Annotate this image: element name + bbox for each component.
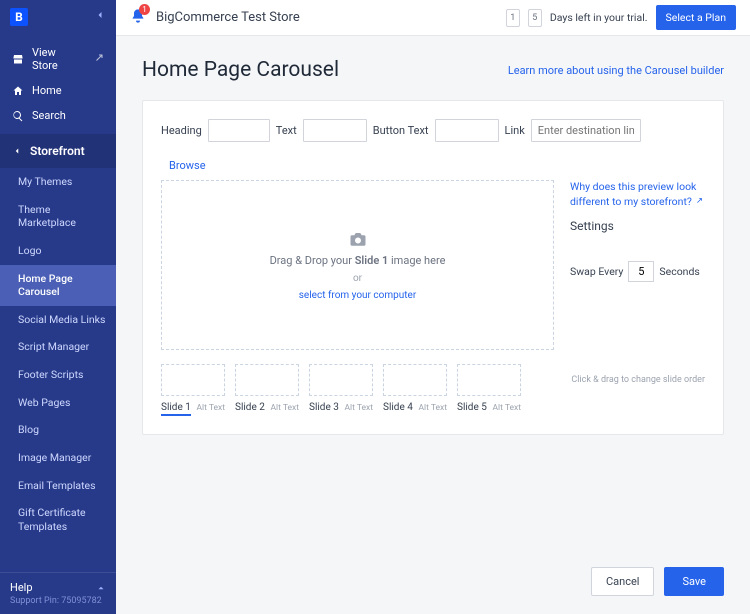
- slide-thumb-5[interactable]: [457, 364, 521, 396]
- save-button[interactable]: Save: [664, 567, 724, 596]
- store-name: BigCommerce Test Store: [156, 10, 300, 25]
- slide-thumb-2[interactable]: [235, 364, 299, 396]
- slide-alt-text-3[interactable]: Alt Text: [344, 403, 373, 413]
- slide-tab-1[interactable]: Slide 1: [161, 402, 191, 416]
- store-icon: [12, 53, 24, 65]
- trial-days-tens: 1: [506, 9, 520, 27]
- external-link-icon: [92, 53, 104, 65]
- cancel-button[interactable]: Cancel: [591, 567, 654, 596]
- carousel-panel: Heading Text Button Text Link Browse Dra…: [142, 100, 724, 435]
- sidebar-item-gift-certificate-templates[interactable]: Gift Certificate Templates: [0, 499, 116, 540]
- slide-alt-text-4[interactable]: Alt Text: [418, 403, 447, 413]
- heading-label: Heading: [161, 124, 202, 137]
- sidebar-item-image-manager[interactable]: Image Manager: [0, 444, 116, 472]
- nav-home[interactable]: Home: [0, 78, 116, 103]
- drop-text: Drag & Drop your Slide 1 image here: [270, 254, 446, 267]
- sidebar-item-theme-marketplace[interactable]: Theme Marketplace: [0, 196, 116, 237]
- sidebar-item-footer-scripts[interactable]: Footer Scripts: [0, 361, 116, 389]
- sidebar-item-social-media-links[interactable]: Social Media Links: [0, 306, 116, 334]
- slide-thumb-4[interactable]: [383, 364, 447, 396]
- help-label[interactable]: Help: [10, 581, 33, 594]
- slide-alt-text-1[interactable]: Alt Text: [196, 403, 225, 413]
- nav-home-label: Home: [32, 84, 62, 97]
- slide-tab-2[interactable]: Slide 2: [235, 402, 265, 413]
- slide-tab-5[interactable]: Slide 5: [457, 402, 487, 413]
- external-link-icon: [694, 197, 703, 206]
- swap-every-label: Swap Every: [570, 265, 623, 278]
- button-text-label: Button Text: [373, 124, 429, 137]
- image-drop-area[interactable]: Drag & Drop your Slide 1 image here or s…: [161, 180, 554, 350]
- link-label: Link: [505, 124, 525, 137]
- slide-thumb-3[interactable]: [309, 364, 373, 396]
- notification-badge: 1: [139, 4, 150, 15]
- browse-link[interactable]: Browse: [169, 159, 206, 172]
- page-title: Home Page Carousel: [142, 58, 339, 82]
- chevron-left-icon: [12, 146, 22, 156]
- nav-search-label: Search: [32, 109, 66, 122]
- heading-input[interactable]: [208, 119, 270, 142]
- sidebar-item-script-manager[interactable]: Script Manager: [0, 333, 116, 361]
- sidebar-item-web-pages[interactable]: Web Pages: [0, 389, 116, 417]
- notifications-button[interactable]: 1: [130, 8, 146, 28]
- seconds-label: Seconds: [659, 265, 699, 278]
- drag-order-hint: Click & drag to change slide order: [571, 375, 705, 385]
- slide-alt-text-2[interactable]: Alt Text: [270, 403, 299, 413]
- learn-more-link[interactable]: Learn more about using the Carousel buil…: [508, 64, 724, 77]
- why-preview-link[interactable]: Why does this preview look different to …: [570, 180, 705, 209]
- text-input[interactable]: [303, 119, 367, 142]
- chevron-up-icon[interactable]: [96, 583, 106, 593]
- storefront-section-header[interactable]: Storefront: [0, 134, 116, 168]
- settings-heading: Settings: [570, 219, 705, 233]
- home-icon: [12, 85, 24, 97]
- link-input[interactable]: [531, 119, 641, 142]
- button-text-input[interactable]: [435, 119, 499, 142]
- slide-thumb-1[interactable]: [161, 364, 225, 396]
- nav-view-store[interactable]: View Store: [0, 40, 116, 78]
- select-plan-button[interactable]: Select a Plan: [656, 5, 736, 30]
- camera-icon: [349, 230, 367, 248]
- collapse-sidebar-icon[interactable]: [94, 9, 106, 25]
- sidebar-item-blog[interactable]: Blog: [0, 416, 116, 444]
- logo[interactable]: B: [10, 8, 28, 26]
- trial-days-ones: 5: [528, 9, 542, 27]
- or-text: or: [353, 273, 362, 284]
- sidebar-item-email-templates[interactable]: Email Templates: [0, 472, 116, 500]
- support-pin: Support Pin: 75095782: [10, 596, 106, 606]
- search-icon: [12, 110, 24, 122]
- sidebar-item-home-page-carousel[interactable]: Home Page Carousel: [0, 265, 116, 306]
- sidebar-item-logo[interactable]: Logo: [0, 237, 116, 265]
- nav-view-store-label: View Store: [32, 46, 84, 72]
- text-label: Text: [276, 124, 297, 137]
- swap-seconds-input[interactable]: [628, 261, 654, 282]
- slide-tab-3[interactable]: Slide 3: [309, 402, 339, 413]
- sidebar-item-my-themes[interactable]: My Themes: [0, 168, 116, 196]
- slide-alt-text-5[interactable]: Alt Text: [492, 403, 521, 413]
- slide-tab-4[interactable]: Slide 4: [383, 402, 413, 413]
- nav-search[interactable]: Search: [0, 103, 116, 128]
- storefront-label: Storefront: [30, 144, 85, 158]
- select-from-computer-link[interactable]: select from your computer: [299, 290, 416, 301]
- trial-text: Days left in your trial.: [550, 11, 648, 24]
